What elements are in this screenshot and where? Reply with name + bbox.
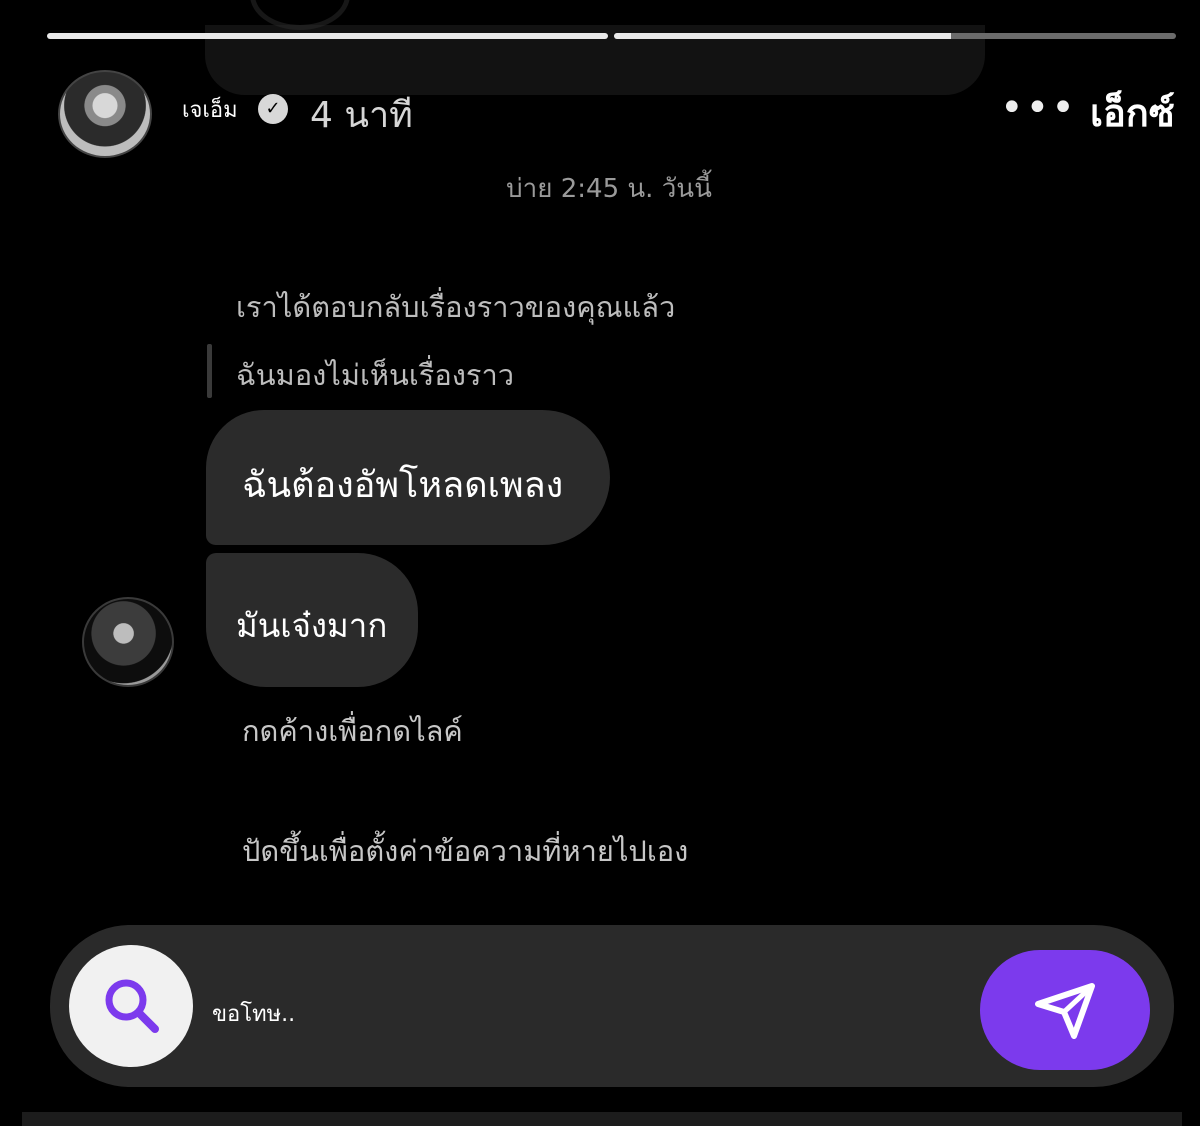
post-time: 4 นาที (310, 95, 413, 136)
avatar[interactable] (58, 70, 152, 158)
send-button[interactable] (980, 950, 1150, 1070)
username[interactable]: เจเอ็ม (182, 92, 238, 127)
close-button[interactable]: เอ็กซ์ (1090, 82, 1175, 143)
search-button[interactable] (69, 945, 193, 1067)
story-progress-bar (614, 33, 1176, 39)
progress-fill (47, 33, 608, 39)
message-text: มันเจ๋งมาก (236, 606, 388, 645)
message-bubble[interactable]: มันเจ๋งมาก (206, 553, 418, 687)
like-hint: กดค้างเพื่อกดไลค์ (242, 714, 463, 748)
story-reply-screen: เจเอ็ม ✓ 4 นาที ••• เอ็กซ์ บ่าย 2:45 น. … (0, 0, 1200, 1126)
message-text: ฉันต้องอัพโหลดเพลง (242, 465, 564, 506)
story-progress-bar (47, 33, 608, 39)
story-unavailable-text: ฉันมองไม่เห็นเรื่องราว (236, 358, 515, 392)
send-icon (1035, 983, 1095, 1039)
message-input[interactable] (212, 996, 952, 1030)
message-timestamp: บ่าย 2:45 น. วันนี้ (506, 174, 712, 204)
more-horizontal-icon[interactable]: ••• (1000, 80, 1077, 136)
search-icon (105, 979, 159, 1033)
message-bubble[interactable]: ฉันต้องอัพโหลดเพลง (206, 410, 610, 545)
quote-divider (207, 344, 212, 398)
vanish-mode-hint: ปัดขึ้นเพื่อตั้งค่าข้อความที่หายไปเอง (242, 834, 689, 868)
sender-avatar[interactable] (82, 597, 174, 687)
progress-fill (614, 33, 952, 39)
bottom-edge (22, 1112, 1182, 1126)
story-reply-notice: เราได้ตอบกลับเรื่องราวของคุณแล้ว (236, 290, 676, 324)
verified-badge-icon: ✓ (258, 94, 288, 124)
